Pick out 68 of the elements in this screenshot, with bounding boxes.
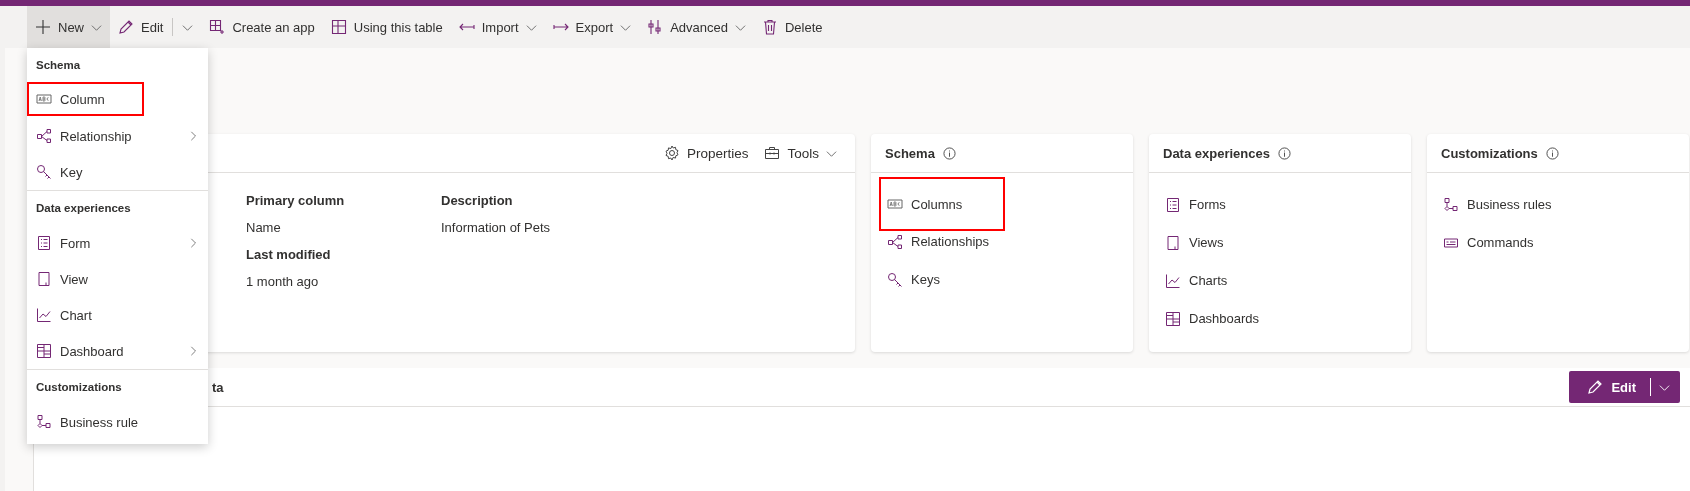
line-chart-icon (36, 307, 52, 323)
card-action-button[interactable]: Properties (659, 141, 753, 165)
flow-icon (36, 414, 52, 430)
command-button[interactable]: Import (450, 6, 545, 48)
list-icon (1165, 196, 1181, 213)
panel-link[interactable]: Keys (879, 264, 948, 295)
menu-item[interactable]: Business rule (27, 404, 208, 440)
info-icon (1545, 146, 1559, 160)
panel-link[interactable]: Columns (879, 177, 1005, 231)
menu-item[interactable]: Chart (27, 297, 208, 333)
menu-item[interactable]: View (27, 261, 208, 297)
gear-icon (663, 145, 680, 161)
sliders-icon (647, 19, 664, 35)
field-value: Name (246, 219, 282, 237)
grid-plus-icon (209, 19, 226, 35)
field-value: 1 month ago (246, 273, 320, 291)
command-button[interactable]: Export (544, 6, 640, 48)
field-label: Primary column (246, 192, 346, 210)
panel-link[interactable]: Charts (1157, 265, 1236, 296)
menu-item[interactable]: Form (27, 225, 208, 261)
flow-icon (1443, 196, 1459, 213)
panel-title: Data experiences (1163, 145, 1270, 161)
menu-section-header: Customizations (35, 380, 123, 395)
abc-icon (36, 91, 52, 107)
panel-link[interactable]: Dashboards (1157, 303, 1268, 334)
share-icon (887, 233, 903, 250)
panel-link[interactable]: Views (1157, 227, 1232, 258)
document-icon (1165, 234, 1181, 251)
dashboard-icon (36, 343, 52, 359)
pencil-icon (1587, 379, 1604, 395)
command-button[interactable]: Edit (110, 6, 202, 48)
panel-title: Customizations (1441, 145, 1538, 161)
menu-item[interactable]: Column (27, 82, 144, 116)
command-button[interactable]: Create an app (201, 6, 323, 48)
list-icon (36, 235, 52, 251)
trash-icon (761, 19, 778, 35)
abc-icon (887, 196, 903, 212)
document-icon (36, 271, 52, 287)
command-button[interactable]: Delete (753, 6, 831, 48)
dashboard-icon (1165, 310, 1181, 327)
key-icon (887, 271, 903, 288)
pencil-icon (118, 19, 134, 35)
card-action-button[interactable]: Tools (760, 141, 841, 165)
panel-link[interactable]: Forms (1157, 189, 1234, 220)
menu-item[interactable]: Relationship (27, 118, 208, 154)
menu-section-header: Data experiences (35, 201, 132, 216)
command-button[interactable]: Advanced (639, 6, 754, 48)
panel-link[interactable]: Business rules (1435, 189, 1560, 220)
menu-item[interactable]: Dashboard (27, 333, 208, 369)
key-icon (36, 164, 52, 180)
toolbox-icon (764, 145, 781, 161)
panel-title: Schema (885, 145, 935, 161)
field-value: Information of Pets (441, 219, 552, 237)
table-icon (330, 19, 347, 35)
panel-link[interactable]: Commands (1435, 227, 1542, 258)
command-button[interactable]: Using this table (322, 6, 451, 48)
command-button[interactable]: New (27, 6, 110, 48)
field-label: Last modified (246, 246, 332, 264)
menu-item[interactable]: Key (27, 154, 208, 190)
field-label: Description (441, 192, 514, 210)
line-chart-icon (1165, 272, 1181, 289)
plus-icon (35, 19, 51, 35)
info-icon (1277, 146, 1291, 160)
share-icon (36, 128, 52, 144)
panel-title: ta (212, 379, 224, 395)
edit-button[interactable]: Edit (1569, 371, 1680, 403)
info-icon (942, 146, 956, 160)
menu-section-header: Schema (35, 58, 82, 73)
